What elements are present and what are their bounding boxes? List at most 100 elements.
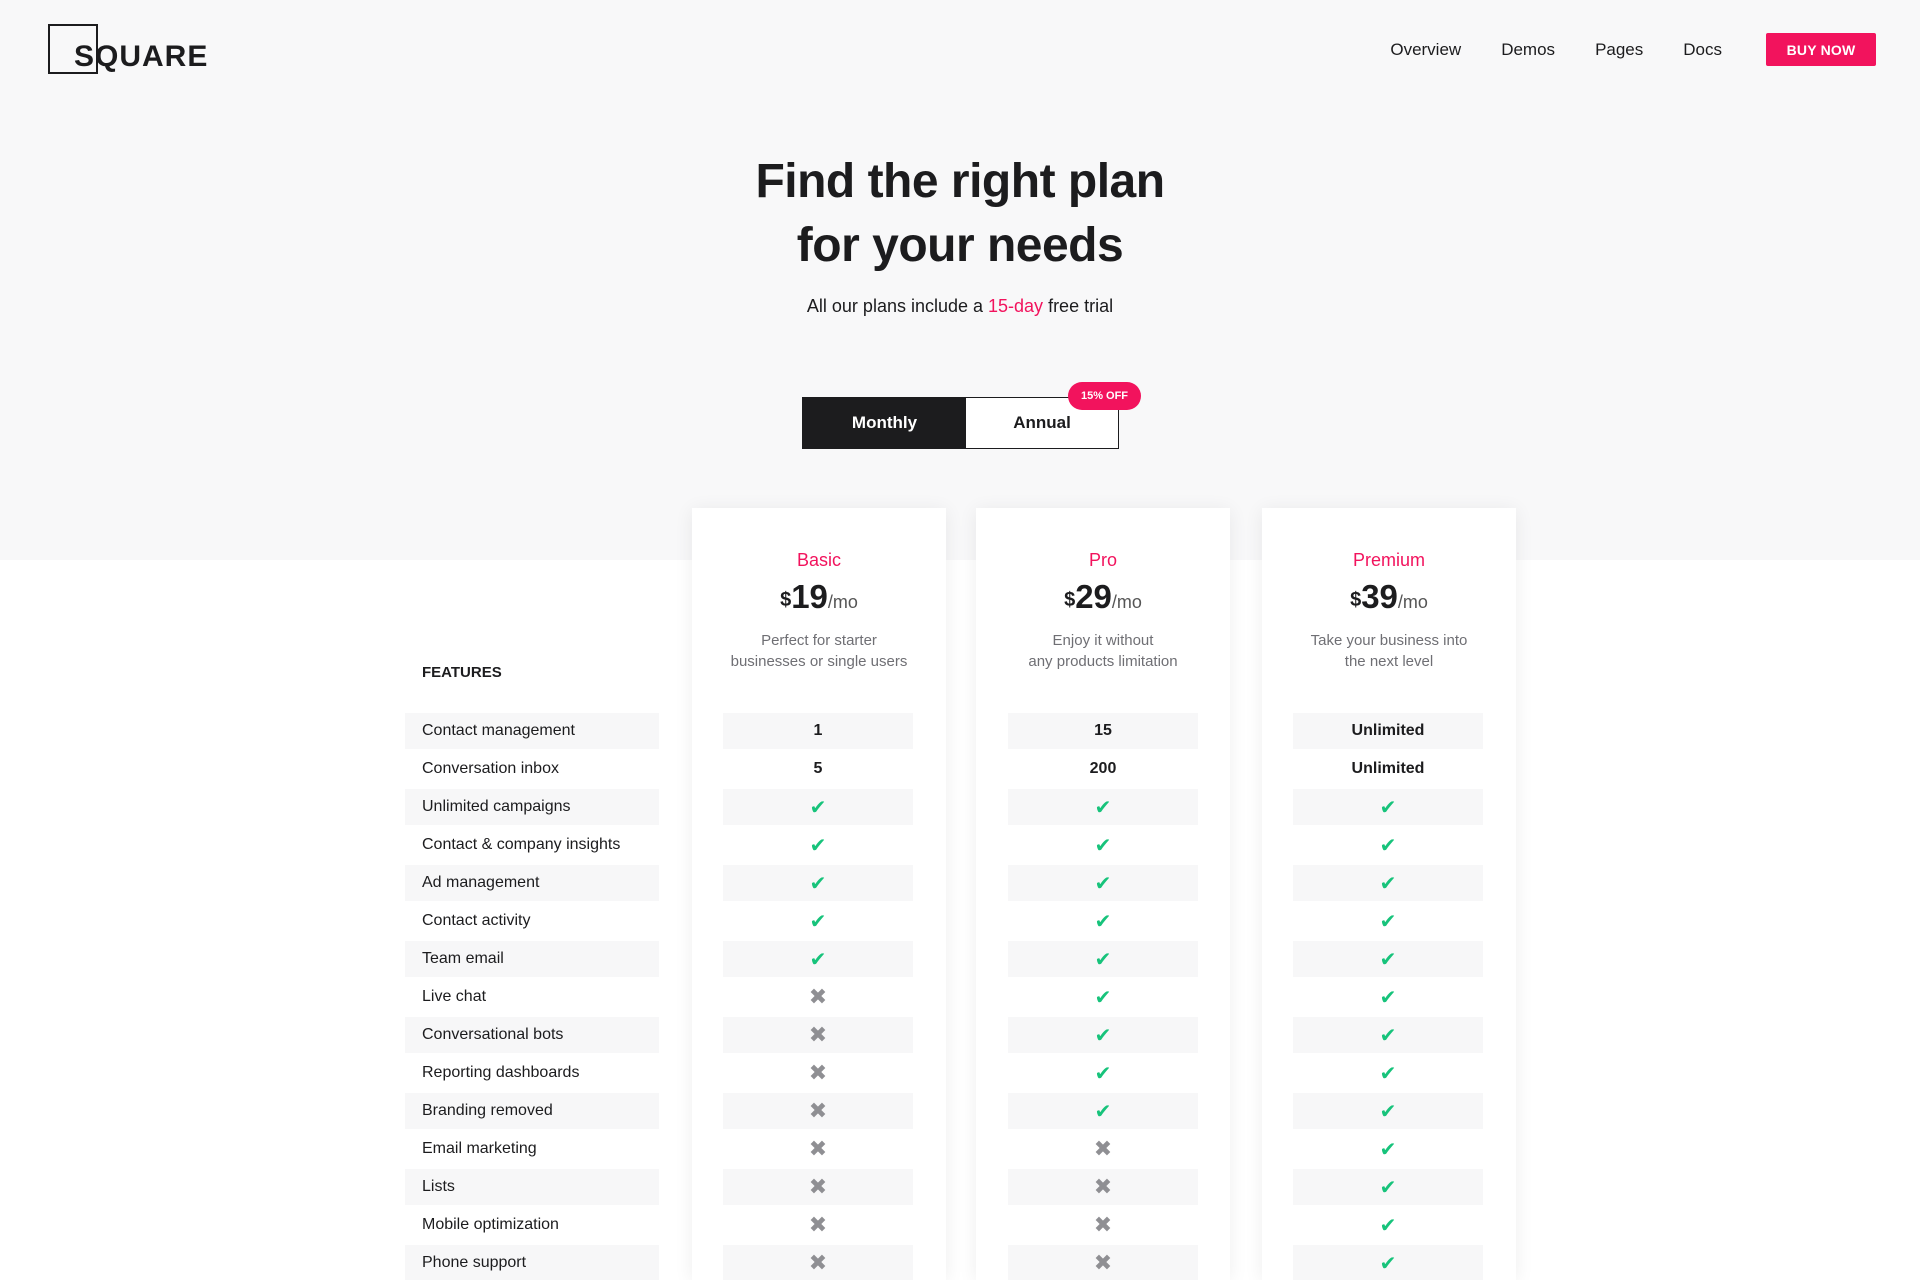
nav-link-overview[interactable]: Overview <box>1390 40 1461 60</box>
page-title: Find the right plan for your needs <box>0 150 1920 278</box>
check-icon: ✔ <box>1379 1252 1397 1275</box>
check-icon: ✔ <box>1379 872 1397 895</box>
feature-cell-pro: ✖ <box>1008 1207 1198 1243</box>
feature-cell-pro: ✔ <box>1008 1055 1198 1091</box>
price-currency: $ <box>780 589 792 611</box>
nav-link-pages[interactable]: Pages <box>1595 40 1643 60</box>
feature-cell-basic: ✔ <box>723 941 913 977</box>
plan-description: Take your business into the next level <box>1282 630 1496 672</box>
feature-cell-basic: 1 <box>723 713 913 749</box>
check-icon: ✔ <box>1379 796 1397 819</box>
plan-description-line-1: Enjoy it without <box>1052 632 1154 649</box>
feature-cell-pro: ✔ <box>1008 903 1198 939</box>
plan-price: $29/mo <box>976 578 1230 616</box>
feature-cell-premium: ✔ <box>1293 827 1483 863</box>
check-icon: ✔ <box>1094 986 1112 1009</box>
feature-cell-premium: ✔ <box>1293 1017 1483 1053</box>
feature-cell-basic: ✖ <box>723 1017 913 1053</box>
check-icon: ✔ <box>1379 948 1397 971</box>
trial-subtitle: All our plans include a 15-day free tria… <box>0 296 1920 317</box>
plan-description-line-2: any products limitation <box>1028 653 1178 670</box>
cross-icon: ✖ <box>808 1060 828 1085</box>
plan-name: Premium <box>1352 550 1425 570</box>
check-icon: ✔ <box>809 796 827 819</box>
trial-days: 15-day <box>988 296 1044 316</box>
feature-cell-premium: ✔ <box>1293 979 1483 1015</box>
page-title-line-1: Find the right plan <box>755 155 1165 208</box>
feature-cell-premium: ✔ <box>1293 865 1483 901</box>
feature-label: Phone support <box>405 1245 659 1280</box>
cross-icon: ✖ <box>808 1098 828 1123</box>
feature-cell-pro: 15 <box>1008 713 1198 749</box>
top-nav: Overview Demos Pages Docs BUY NOW <box>1390 33 1876 66</box>
cross-icon: ✖ <box>808 1250 828 1275</box>
feature-cell-pro: ✔ <box>1008 979 1198 1015</box>
feature-cell-premium: ✔ <box>1293 1055 1483 1091</box>
check-icon: ✔ <box>1094 910 1112 933</box>
price-amount: 39 <box>1361 578 1398 615</box>
check-icon: ✔ <box>809 834 827 857</box>
feature-label: Contact management <box>405 713 659 749</box>
cross-icon: ✖ <box>808 1022 828 1047</box>
check-icon: ✔ <box>1379 1062 1397 1085</box>
feature-cell-basic: ✖ <box>723 1245 913 1280</box>
price-period: /mo <box>1397 592 1428 612</box>
check-icon: ✔ <box>1094 1062 1112 1085</box>
plan-description-line-1: Take your business into <box>1310 632 1468 649</box>
check-icon: ✔ <box>809 948 827 971</box>
buy-now-button[interactable]: BUY NOW <box>1766 33 1876 66</box>
check-icon: ✔ <box>1094 948 1112 971</box>
discount-badge: 15% OFF <box>1068 382 1141 410</box>
check-icon: ✔ <box>809 872 827 895</box>
feature-cell-pro: ✔ <box>1008 941 1198 977</box>
trial-subtitle-pre: All our plans include a <box>806 296 989 316</box>
price-amount: 29 <box>1075 578 1112 615</box>
feature-cell-basic: ✔ <box>723 903 913 939</box>
cross-icon: ✖ <box>808 1212 828 1237</box>
cross-icon: ✖ <box>808 984 828 1009</box>
feature-cell-basic: ✖ <box>723 979 913 1015</box>
check-icon: ✔ <box>1379 1176 1397 1199</box>
plan-description-line-1: Perfect for starter <box>761 632 877 649</box>
feature-label: Mobile optimization <box>422 1216 559 1233</box>
feature-label: Reporting dashboards <box>422 1064 580 1081</box>
check-icon: ✔ <box>1379 1138 1397 1161</box>
feature-label: Ad management <box>405 865 659 901</box>
feature-cell-premium: Unlimited <box>1293 713 1483 749</box>
check-icon: ✔ <box>1379 1100 1397 1123</box>
square-logo[interactable]: SQUARE <box>48 24 218 74</box>
feature-cell-premium: ✔ <box>1293 1245 1483 1280</box>
features-heading: FEATURES <box>422 664 502 681</box>
nav-link-docs[interactable]: Docs <box>1683 40 1722 60</box>
cross-icon: ✖ <box>808 1136 828 1161</box>
cross-icon: ✖ <box>1093 1212 1113 1237</box>
check-icon: ✔ <box>1094 834 1112 857</box>
price-period: /mo <box>1111 592 1142 612</box>
plan-description-line-2: businesses or single users <box>730 653 908 670</box>
feature-label: Contact & company insights <box>422 836 621 853</box>
feature-cell-premium: ✔ <box>1293 903 1483 939</box>
price-currency: $ <box>1350 589 1362 611</box>
plan-name: Basic <box>796 550 841 570</box>
feature-cell-premium: ✔ <box>1293 941 1483 977</box>
feature-label: Live chat <box>422 988 487 1005</box>
nav-link-demos[interactable]: Demos <box>1501 40 1555 60</box>
feature-label: Lists <box>405 1169 659 1205</box>
feature-cell-basic: ✖ <box>723 1169 913 1205</box>
plan-description: Enjoy it without any products limitation <box>996 630 1210 672</box>
cross-icon: ✖ <box>1093 1174 1113 1199</box>
feature-label: Branding removed <box>405 1093 659 1129</box>
hero-background <box>0 0 1920 560</box>
trial-subtitle-post: free trial <box>1043 296 1114 316</box>
plan-price: $39/mo <box>1262 578 1516 616</box>
feature-cell-basic: ✖ <box>723 1093 913 1129</box>
feature-cell-premium: ✔ <box>1293 1093 1483 1129</box>
monthly-toggle-button[interactable]: Monthly <box>803 398 966 448</box>
feature-label: Contact activity <box>422 912 531 929</box>
cross-icon: ✖ <box>1093 1250 1113 1275</box>
feature-label: Email marketing <box>422 1140 537 1157</box>
check-icon: ✔ <box>1379 1214 1397 1237</box>
price-period: /mo <box>827 592 858 612</box>
plan-description-line-2: the next level <box>1344 653 1434 670</box>
feature-cell-basic: ✔ <box>723 827 913 863</box>
